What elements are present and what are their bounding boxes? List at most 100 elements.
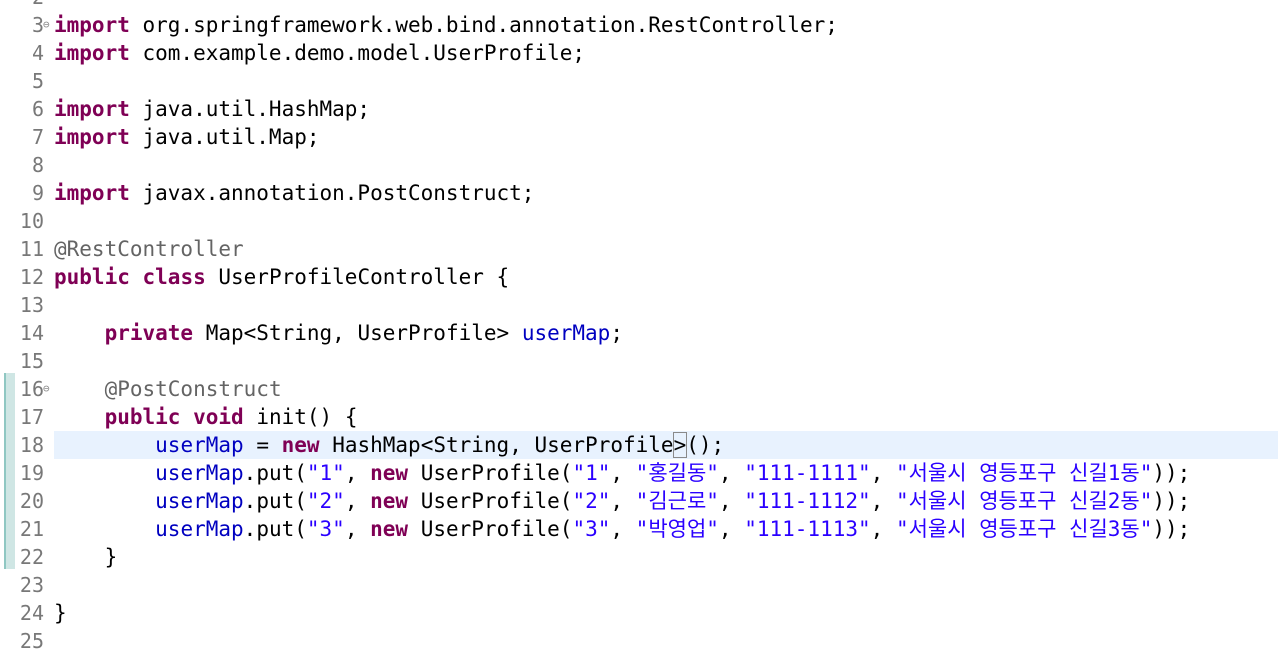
code-token: .put(	[243, 461, 307, 485]
code-line[interactable]: 10	[0, 207, 1278, 235]
code-text[interactable]	[54, 347, 1278, 375]
code-text[interactable]: private Map<String, UserProfile> userMap…	[54, 319, 1278, 347]
code-text[interactable]: userMap.put("2", new UserProfile("2", "김…	[54, 487, 1278, 515]
code-text[interactable]: public class UserProfileController {	[54, 263, 1278, 291]
code-token: import	[54, 41, 130, 65]
line-number: 17	[19, 405, 44, 429]
line-number: 13	[19, 293, 44, 317]
code-text[interactable]	[54, 571, 1278, 599]
code-text[interactable]	[54, 151, 1278, 179]
code-text[interactable]: import javax.annotation.PostConstruct;	[54, 179, 1278, 207]
code-token: }	[54, 545, 118, 569]
code-token: "1"	[306, 461, 345, 485]
code-text[interactable]: @RestController	[54, 235, 1278, 263]
code-text[interactable]: import java.util.Map;	[54, 123, 1278, 151]
code-line[interactable]: 2	[0, 0, 1278, 11]
code-token: ,	[718, 461, 745, 485]
fold-collapse-icon[interactable]: ⊖	[43, 11, 50, 39]
code-text[interactable]	[54, 67, 1278, 95]
code-text[interactable]: userMap.put("1", new UserProfile("1", "홍…	[54, 459, 1278, 487]
code-token: "박영업"	[635, 517, 719, 541]
code-token: ,	[718, 517, 745, 541]
code-token: ,	[718, 489, 745, 513]
code-token: new	[370, 517, 409, 541]
code-token: userMap	[521, 321, 611, 345]
line-number: 9	[31, 181, 44, 205]
code-token: import	[54, 97, 130, 121]
line-number: 12	[19, 265, 44, 289]
code-editor[interactable]: 23⊖import org.springframework.web.bind.a…	[0, 0, 1278, 667]
fold-collapse-icon[interactable]: ⊖	[43, 375, 50, 403]
code-line[interactable]: 9 import javax.annotation.PostConstruct;	[0, 179, 1278, 207]
code-line[interactable]: 5	[0, 67, 1278, 95]
code-token: ,	[870, 489, 896, 513]
code-token: java.util.Map;	[129, 125, 320, 149]
code-text[interactable]: }	[54, 543, 1278, 571]
code-text[interactable]: userMap = new HashMap<String, UserProfil…	[54, 431, 1278, 459]
line-number: 23	[19, 573, 44, 597]
code-line[interactable]: 15	[0, 347, 1278, 375]
code-token: =	[243, 433, 282, 457]
code-token: new	[370, 461, 409, 485]
code-text[interactable]: @PostConstruct	[54, 375, 1278, 403]
code-token: new	[281, 433, 320, 457]
code-line[interactable]: 3 ⊖ import org.springframework.web.bind.an…	[0, 11, 1278, 39]
code-line[interactable]: 16 ⊖ @PostConstruct	[0, 375, 1278, 403]
code-line[interactable]: 6 import java.util.HashMap;	[0, 95, 1278, 123]
code-line[interactable]: 7 import java.util.Map;	[0, 123, 1278, 151]
code-line[interactable]: 8	[0, 151, 1278, 179]
code-token: HashMap<String, UserProfile	[319, 433, 674, 457]
line-number: 25	[19, 629, 44, 653]
code-text[interactable]	[54, 291, 1278, 319]
code-token: ,	[344, 461, 371, 485]
code-line[interactable]: 14 private Map<String, UserProfile> user…	[0, 319, 1278, 347]
code-token: "111-1111"	[744, 461, 871, 485]
code-token: ));	[1152, 517, 1191, 541]
code-line[interactable]: 22 }	[0, 543, 1278, 571]
line-number: 7	[31, 125, 44, 149]
code-line[interactable]: 13	[0, 291, 1278, 319]
code-line[interactable]: 11 @RestController	[0, 235, 1278, 263]
code-line[interactable]: 25	[0, 627, 1278, 655]
code-line[interactable]: 24}	[0, 599, 1278, 627]
line-number: 14	[19, 321, 44, 345]
code-token: .put(	[243, 517, 307, 541]
code-line[interactable]: 23	[0, 571, 1278, 599]
code-token: >	[672, 432, 688, 458]
code-text[interactable]: import org.springframework.web.bind.anno…	[54, 11, 1278, 39]
code-text[interactable]: public void init() {	[54, 403, 1278, 431]
code-line[interactable]: 17 public void init() {	[0, 403, 1278, 431]
code-line[interactable]: 20 userMap.put("2", new UserProfile("2",…	[0, 487, 1278, 515]
line-number: 3	[31, 13, 44, 37]
code-text[interactable]	[54, 627, 1278, 655]
code-token: "3"	[306, 517, 345, 541]
code-token: "김근로"	[635, 489, 719, 513]
code-line[interactable]: 4 import com.example.demo.model.UserProfi…	[0, 39, 1278, 67]
code-token: "서울시 영등포구 신길1동"	[895, 461, 1153, 485]
code-text[interactable]: import java.util.HashMap;	[54, 95, 1278, 123]
code-token: import	[54, 181, 130, 205]
code-text[interactable]: userMap.put("3", new UserProfile("3", "박…	[54, 515, 1278, 543]
line-number: 16	[19, 377, 44, 401]
code-line[interactable]: 12 public class UserProfileController {	[0, 263, 1278, 291]
code-token: .put(	[243, 489, 307, 513]
code-text[interactable]: import com.example.demo.model.UserProfil…	[54, 39, 1278, 67]
line-number: 8	[31, 153, 44, 177]
current-code-line[interactable]: 18 userMap = new HashMap<String, UserPro…	[0, 431, 1278, 459]
code-line[interactable]: 19 userMap.put("1", new UserProfile("1",…	[0, 459, 1278, 487]
code-token: public	[54, 265, 130, 289]
line-number: 11	[19, 237, 44, 261]
code-token: ();	[686, 433, 725, 457]
code-text[interactable]: }	[54, 599, 1278, 627]
code-token: userMap	[155, 433, 244, 457]
code-text[interactable]	[54, 207, 1278, 235]
line-number: 18	[19, 433, 44, 457]
code-token: org.springframework.web.bind.annotation.…	[129, 13, 838, 37]
line-number: 2	[0, 0, 44, 11]
code-line[interactable]: 21 userMap.put("3", new UserProfile("3",…	[0, 515, 1278, 543]
code-token: javax.annotation.PostConstruct;	[129, 181, 535, 205]
